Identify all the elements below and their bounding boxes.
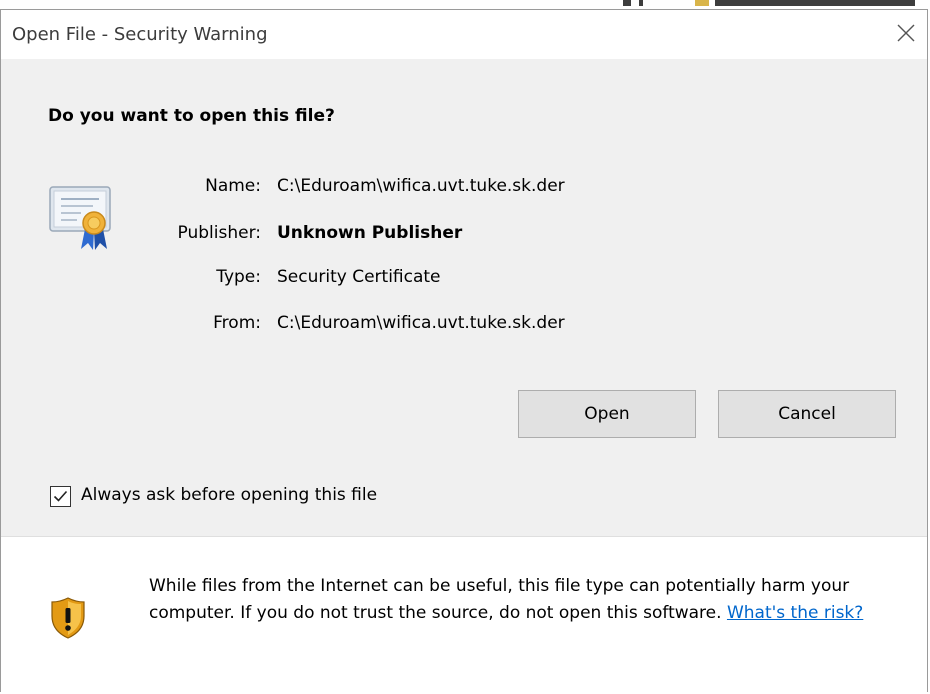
checkmark-icon: [53, 490, 68, 502]
dialog-heading: Do you want to open this file?: [48, 106, 335, 126]
publisher-row: Publisher: Unknown Publisher: [1, 223, 701, 251]
always-ask-checkbox[interactable]: [50, 486, 71, 507]
window-title: Open File - Security Warning: [12, 24, 268, 45]
from-label: From:: [213, 313, 261, 333]
warning-message: While files from the Internet can be use…: [149, 573, 909, 627]
from-row: From: C:\Eduroam\wifica.uvt.tuke.sk.der: [1, 313, 701, 341]
publisher-label: Publisher:: [177, 223, 261, 243]
from-value: C:\Eduroam\wifica.uvt.tuke.sk.der: [277, 313, 565, 333]
type-row: Type: Security Certificate: [1, 267, 701, 295]
name-value: C:\Eduroam\wifica.uvt.tuke.sk.der: [277, 176, 565, 196]
title-bar: Open File - Security Warning: [1, 10, 927, 59]
name-row: Name: C:\Eduroam\wifica.uvt.tuke.sk.der: [1, 176, 701, 204]
whats-the-risk-link[interactable]: What's the risk?: [727, 603, 863, 623]
type-label: Type:: [216, 267, 261, 287]
cancel-button[interactable]: Cancel: [718, 390, 896, 438]
open-button[interactable]: Open: [518, 390, 696, 438]
type-value: Security Certificate: [277, 267, 441, 287]
close-icon: [897, 24, 915, 42]
publisher-value: Unknown Publisher: [277, 223, 463, 243]
warning-shield-icon: [51, 597, 85, 639]
warning-panel: While files from the Internet can be use…: [1, 536, 927, 694]
close-button[interactable]: [889, 16, 923, 50]
always-ask-label: Always ask before opening this file: [81, 485, 378, 505]
security-warning-dialog: Open File - Security Warning Do you want…: [0, 9, 928, 694]
name-label: Name:: [205, 176, 261, 196]
